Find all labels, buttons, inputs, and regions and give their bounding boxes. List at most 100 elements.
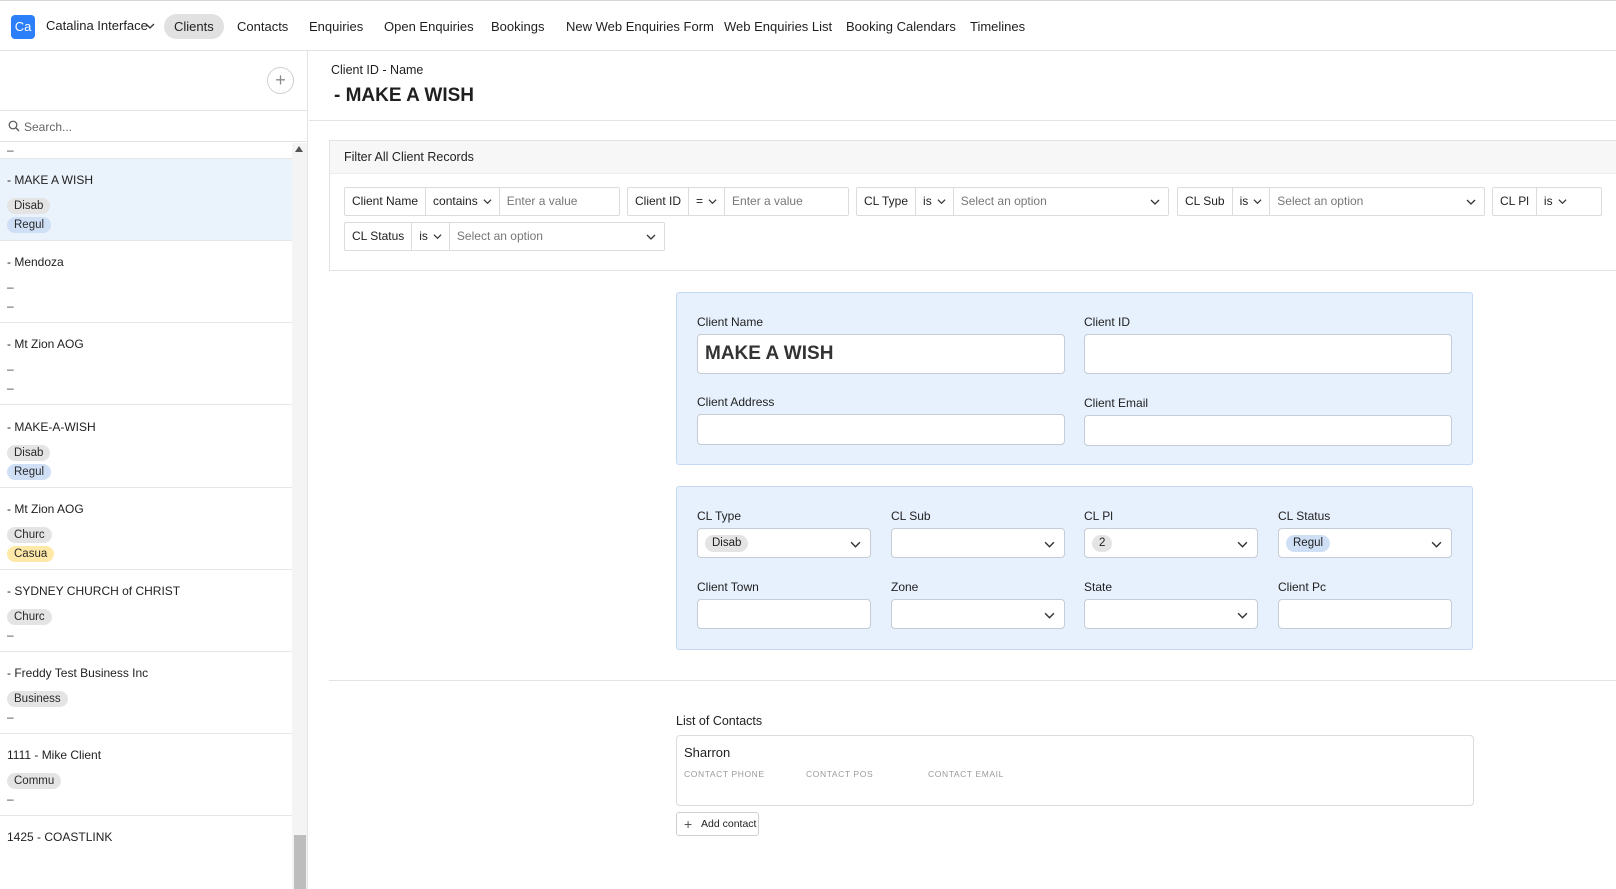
- scrollbar[interactable]: [292, 143, 307, 889]
- filter-field-label: CL Type: [857, 188, 917, 215]
- filter-operator-select[interactable]: =: [689, 188, 726, 215]
- app-name[interactable]: Catalina Interface: [46, 18, 148, 33]
- list-item[interactable]: - MAKE-A-WISH Disab Regul: [0, 406, 292, 488]
- cl-pl-select[interactable]: 2: [1084, 528, 1258, 558]
- list-item-title: - Mendoza: [7, 255, 64, 269]
- tab-enquiries[interactable]: Enquiries: [299, 14, 373, 39]
- filter-value-input[interactable]: Enter a value: [725, 188, 848, 215]
- tab-contacts[interactable]: Contacts: [227, 14, 298, 39]
- cl-sub-select[interactable]: [891, 528, 1065, 558]
- tab-new-web-enquiries-form[interactable]: New Web Enquiries Form: [556, 14, 724, 39]
- client-address-label: Client Address: [697, 395, 775, 409]
- filter-cl-status: CL Status is Select an option: [344, 222, 665, 251]
- list-item[interactable]: - Freddy Test Business Inc Business –: [0, 652, 292, 734]
- filter-operator-select[interactable]: is: [1233, 188, 1271, 215]
- state-select[interactable]: [1084, 599, 1258, 629]
- client-details-card: Client Name MAKE A WISH Client ID Client…: [676, 292, 1473, 465]
- tab-booking-calendars[interactable]: Booking Calendars: [836, 14, 966, 39]
- list-item[interactable]: - SYDNEY CHURCH of CHRIST Churc –: [0, 570, 292, 652]
- list-item-line: –: [7, 381, 14, 395]
- chevron-down-icon[interactable]: [145, 21, 155, 31]
- type-chip: Churc: [7, 527, 52, 543]
- client-name-value: MAKE A WISH: [705, 343, 834, 364]
- add-record-button[interactable]: +: [267, 67, 294, 94]
- filter-operator: is: [923, 194, 932, 208]
- divider: [309, 120, 1616, 121]
- filter-operator-select[interactable]: is: [412, 223, 450, 250]
- filter-value-select[interactable]: Select an option: [954, 188, 1168, 215]
- filter-cl-pl: CL Pl is: [1492, 187, 1602, 216]
- client-town-field[interactable]: [697, 599, 871, 629]
- tab-open-enquiries[interactable]: Open Enquiries: [374, 14, 484, 39]
- client-town-label: Client Town: [697, 580, 759, 594]
- client-address-field[interactable]: [697, 414, 1065, 445]
- scrollbar-thumb[interactable]: [294, 835, 306, 889]
- record-list: – - MAKE A WISH Disab Regul - Mendoza – …: [0, 143, 292, 889]
- contact-phone-label: CONTACT PHONE: [684, 769, 765, 779]
- status-chip: Regul: [7, 464, 52, 480]
- client-id-field[interactable]: [1084, 334, 1452, 374]
- type-chip: Disab: [7, 198, 51, 214]
- status-chip: Casua: [7, 546, 55, 562]
- tab-bookings[interactable]: Bookings: [481, 14, 554, 39]
- filter-panel: Filter All Client Records Client Name co…: [329, 140, 1616, 271]
- add-contact-button[interactable]: + Add contact: [676, 812, 759, 836]
- client-name-field[interactable]: MAKE A WISH: [697, 334, 1065, 374]
- contact-pos-label: CONTACT POS: [806, 769, 874, 779]
- list-item[interactable]: –: [0, 143, 292, 159]
- filter-operator: is: [1239, 194, 1249, 208]
- client-pc-field[interactable]: [1278, 599, 1452, 629]
- chevron-down-icon: [1237, 541, 1248, 548]
- type-chip: Churc: [7, 609, 52, 625]
- chevron-down-icon: [1044, 541, 1055, 548]
- list-item-title: - Mt Zion AOG: [7, 502, 84, 516]
- tab-web-enquiries-list[interactable]: Web Enquiries List: [714, 14, 842, 39]
- list-item[interactable]: - MAKE A WISH Disab Regul: [0, 159, 292, 241]
- list-item-line: –: [7, 143, 14, 157]
- scroll-up-arrow-icon[interactable]: [295, 146, 303, 152]
- filter-title: Filter All Client Records: [344, 150, 474, 164]
- sidebar: + – - MAKE A WISH Disab Regul - Mendoza …: [0, 51, 308, 889]
- cl-type-select[interactable]: Disab: [697, 528, 871, 558]
- chevron-down-icon: [1431, 541, 1442, 548]
- tab-clients[interactable]: Clients: [164, 14, 224, 39]
- filter-operator-select[interactable]: is: [916, 188, 954, 215]
- chevron-down-icon: [850, 541, 861, 548]
- list-item[interactable]: 1425 - COASTLINK: [0, 816, 292, 889]
- client-email-field[interactable]: [1084, 415, 1452, 446]
- tab-timelines[interactable]: Timelines: [960, 14, 1035, 39]
- cl-pl-label: CL Pl: [1084, 509, 1113, 523]
- status-chip: Regul: [7, 217, 52, 233]
- list-item[interactable]: - Mt Zion AOG Churc Casua: [0, 488, 292, 570]
- filter-client-id: Client ID = Enter a value: [627, 187, 849, 216]
- type-chip: Business: [7, 691, 68, 707]
- filter-field-label: CL Sub: [1178, 188, 1233, 215]
- app-logo[interactable]: Ca: [11, 15, 35, 39]
- list-item-line: –: [7, 710, 14, 724]
- filter-operator-select[interactable]: is: [1537, 188, 1574, 215]
- zone-select[interactable]: [891, 599, 1065, 629]
- filter-operator-select[interactable]: contains: [426, 188, 500, 215]
- cl-status-chip: Regul: [1286, 535, 1331, 552]
- state-label: State: [1084, 580, 1113, 594]
- filter-header: Filter All Client Records: [330, 141, 1616, 174]
- cl-pl-chip: 2: [1092, 535, 1113, 552]
- filter-value-select[interactable]: Select an option: [450, 223, 664, 250]
- contact-card[interactable]: Sharron CONTACT PHONE CONTACT POS CONTAC…: [676, 735, 1474, 806]
- filter-cl-sub: CL Sub is Select an option: [1177, 187, 1485, 216]
- plus-icon: +: [684, 816, 693, 832]
- filter-value-select[interactable]: Select an option: [1270, 188, 1484, 215]
- client-name-label: Client Name: [697, 315, 764, 329]
- filter-value-input[interactable]: Enter a value: [500, 188, 619, 215]
- list-item[interactable]: - Mendoza – –: [0, 241, 292, 323]
- cl-status-select[interactable]: Regul: [1278, 528, 1452, 558]
- list-item-title: - MAKE-A-WISH: [7, 420, 96, 434]
- contacts-label: List of Contacts: [676, 714, 763, 728]
- list-item[interactable]: - Mt Zion AOG – –: [0, 323, 292, 405]
- search-input[interactable]: [24, 117, 284, 137]
- list-item[interactable]: 1111 - Mike Client Commu –: [0, 734, 292, 816]
- client-pc-label: Client Pc: [1278, 580, 1327, 594]
- chevron-down-icon: [1150, 199, 1160, 205]
- page-title: - MAKE A WISH: [334, 85, 475, 106]
- filter-placeholder: Select an option: [1277, 194, 1364, 208]
